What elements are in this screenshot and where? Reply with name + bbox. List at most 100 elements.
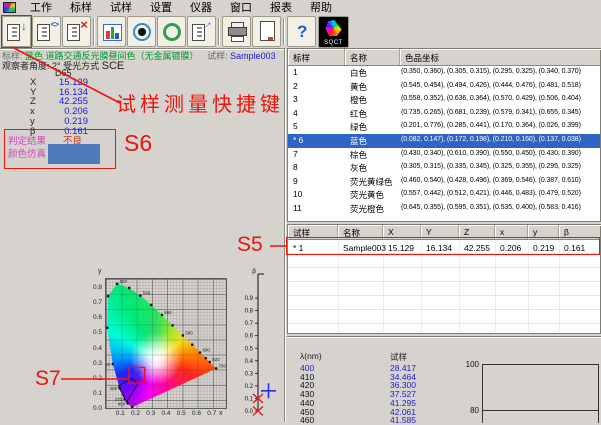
app-logo-icon [3,2,16,13]
xy-xtick-label: 0.2 [129,410,143,417]
standards-row-10[interactable]: 10荧光黄色(0.557, 0.442), (0.512, 0.421), (0… [288,188,600,202]
tristimulus-row-Y: Y16.134 [28,87,88,97]
compare-sample-button[interactable]: <> [32,16,61,47]
chromaticity-overlay: 3804604704804905005105205405605806006207… [106,279,226,408]
spectral-chart-y-axis [482,364,483,423]
xy-ytick-label: 0.4 [86,345,102,352]
spectral-chart-tick-label: 80 [459,406,479,415]
standards-row-7[interactable]: 7棕色(0.430, 0.340), (0.610, 0.390), (0.55… [288,148,600,162]
svg-text:0.3: 0.3 [245,371,254,377]
svg-text:490: 490 [106,362,111,367]
xy-ytick-label: 0.7 [86,299,102,306]
standards-row-4[interactable]: 4红色(0.735, 0.265), (0.681, 0.239), (0.57… [288,107,600,121]
document-icon [37,24,50,41]
standards-row-3[interactable]: 3橙色(0.558, 0.352), (0.636, 0.364), (0.57… [288,93,600,107]
standards-row-1[interactable]: 1白色(0.350, 0.360), (0.305, 0.315), (0.29… [288,66,600,80]
sample-label: 试样: [207,51,228,61]
page-mark-icon [268,37,273,40]
tristimulus-row-X: X15.129 [28,77,88,87]
standards-header-2[interactable]: 名称 [345,49,400,65]
sqct-logo-button[interactable]: SQCT [318,16,349,48]
standards-row-6[interactable]: * 6蓝色(0.082, 0.147), (0.172, 0.198), (0.… [288,134,600,148]
standards-header-1[interactable]: 标样 [288,49,345,65]
svg-text:0.4: 0.4 [245,359,254,365]
menu-bar: 工作标样试样设置仪器窗口报表帮助 [0,0,601,15]
svg-text:560: 560 [164,310,172,315]
s6-annotation: S6 [124,130,152,157]
tristimulus-row-x: x0.206 [28,106,88,116]
delete-x-icon: × [80,18,88,31]
svg-text:0.6: 0.6 [245,334,254,340]
xy-xtick-label: 0.3 [144,410,158,417]
spectral-chart-right-border [598,364,599,423]
chart-view-button[interactable] [97,16,126,47]
help-button[interactable]: ? [287,16,316,47]
toolbar-separator [93,18,95,45]
svg-text:0.9: 0.9 [245,296,254,302]
standards-row-8[interactable]: 8灰色(0.305, 0.315), (0.335, 0.345), (0.32… [288,161,600,175]
s7-annotation: S7 [35,367,61,391]
tristimulus-row-y: y0.219 [28,116,88,126]
svg-text:520: 520 [120,279,128,284]
spectral-chart-tick-label: 100 [459,360,479,369]
observer-angle-label: 观察者角度: 2° 受光方式 [2,61,102,71]
xy-ytick-label: 0.1 [86,390,102,397]
svg-text:600: 600 [202,347,210,352]
sqct-horseshoe-icon [325,20,342,36]
toolbar-highlight-box [1,15,32,48]
chromaticity-diagram[interactable]: 3804604704804905005105205405605806006207… [105,278,227,409]
angle-brackets-icon: <> [51,21,58,29]
standards-row-9[interactable]: 9荧光黄绿色(0.460, 0.540), (0.428, 0.496), (0… [288,175,600,189]
beta-axis-chart: β0.00.10.20.30.40.50.60.70.80.9 [230,264,290,422]
spectral-header-1: λ(nm) [300,351,322,361]
printer-paper-out [231,36,244,42]
xy-ytick-label: 0.3 [86,360,102,367]
tristimulus-row-Z: Z42.255 [28,96,88,106]
svg-text:0.0: 0.0 [245,409,254,415]
document-icon [67,24,80,41]
spectral-chart-gridline [482,410,599,411]
spectral-header-2: 试样 [390,351,407,363]
xy-ytick-label: 0.5 [86,329,102,336]
delete-sample-button[interactable]: × [62,16,91,47]
standards-header-3[interactable]: 色品坐标 [400,49,601,65]
svg-text:0.7: 0.7 [245,321,254,327]
svg-text:620: 620 [212,357,220,362]
calibration-ring-icon [163,23,181,41]
xy-ytick-label: 0.0 [86,405,102,412]
print-preview-button[interactable] [252,16,281,47]
standards-header: 标样名称色品坐标 [288,49,600,66]
xy-xtick-label: 0.5 [174,410,188,417]
s5-annotation: S5 [237,233,263,257]
export-button[interactable]: → [187,16,216,47]
xy-xtick-label: 0.6 [190,410,204,417]
xy-xtick-label: 0.4 [159,410,173,417]
svg-text:700: 700 [219,363,226,368]
toolbar-separator [218,18,220,45]
toolbar-separator [283,18,285,45]
spectral-panel: λ(nm)试样40028.41741034.46442036.30043037.… [287,336,601,422]
xy-ytick-label: 0.8 [86,284,102,291]
s5-highlight-box [286,237,600,255]
standards-row-2[interactable]: 2黄色(0.545, 0.454), (0.494, 0.426), (0.44… [288,80,600,94]
question-mark-icon: ? [297,22,307,42]
svg-text:580: 580 [185,330,193,335]
calibrate-button[interactable] [157,16,186,47]
svg-text:540: 540 [143,291,151,296]
standards-row-11[interactable]: 11荧光橙色(0.645, 0.355), (0.595, 0.351), (0… [288,202,600,216]
svg-text:0.8: 0.8 [245,309,254,315]
print-button[interactable] [222,16,251,47]
svg-text:0.2: 0.2 [245,384,254,390]
beta-axis-svg: β0.00.10.20.30.40.50.60.70.80.9 [230,264,290,422]
xy-xtick-label: 0.7 [205,410,219,417]
standards-row-5[interactable]: 5绿色(0.201, 0.776), (0.285, 0.441), (0.17… [288,120,600,134]
standards-table[interactable]: 标样名称色品坐标1白色(0.350, 0.360), (0.305, 0.315… [287,48,601,222]
sqct-label: SQCT [319,40,348,46]
svg-text:480: 480 [110,386,118,391]
printer-icon [228,27,247,36]
toolbar-hint-annotation: 试样测量快捷键 [116,88,284,117]
toolbar: ↓<>×→?SQCT [0,15,601,48]
svg-text:470: 470 [115,397,123,402]
measure-target-button[interactable] [127,16,156,47]
spectral-chart-gridline [482,364,599,365]
